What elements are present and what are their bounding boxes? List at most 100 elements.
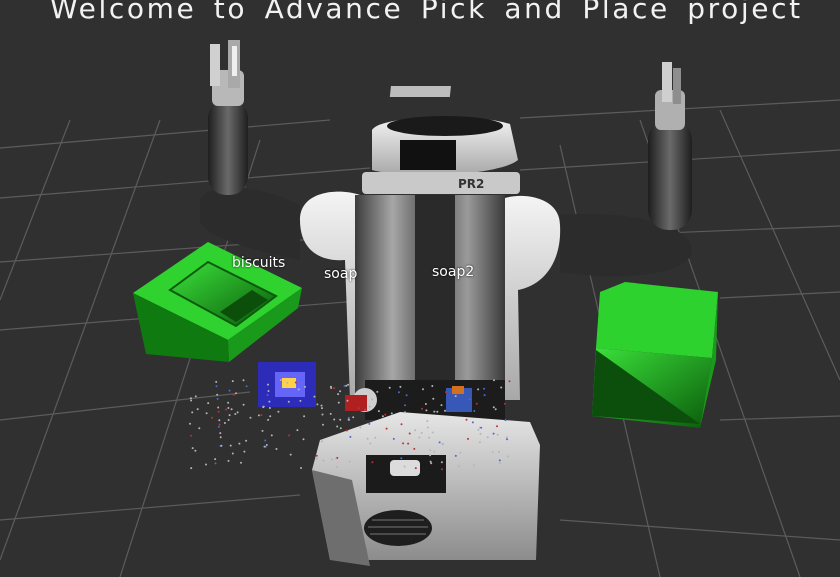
cloud-point <box>483 387 486 390</box>
cloud-point <box>189 397 192 400</box>
cloud-point <box>359 426 362 429</box>
cloud-point <box>266 394 269 396</box>
cloud-point <box>507 455 510 458</box>
cloud-point <box>218 423 221 426</box>
cloud-point <box>217 406 220 409</box>
cloud-point <box>231 380 234 383</box>
cloud-point <box>275 448 278 450</box>
cloud-point <box>315 457 318 460</box>
cloud-point <box>390 412 393 415</box>
cloud-point <box>384 413 387 416</box>
cloud-point <box>279 379 282 381</box>
cloud-point <box>377 410 380 413</box>
cloud-point <box>457 464 460 467</box>
cloud-point <box>467 437 469 440</box>
3d-viewport[interactable]: PR2 Welcome to Advance Pick and Place pr… <box>0 0 840 577</box>
cloud-point <box>475 402 478 405</box>
cloud-point <box>198 427 201 430</box>
cloud-point <box>465 418 468 421</box>
cloud-point <box>194 395 197 398</box>
cloud-point <box>190 399 193 402</box>
cloud-point <box>189 422 191 425</box>
cloud-point <box>270 434 273 437</box>
cloud-point <box>397 391 400 394</box>
cloud-point <box>407 442 410 445</box>
cloud-point <box>304 385 306 388</box>
cloud-point <box>366 437 369 440</box>
cloud-point <box>190 434 193 437</box>
cloud-point <box>432 397 435 400</box>
cloud-point <box>424 403 427 405</box>
cloud-point <box>408 432 411 435</box>
cloud-point <box>505 436 508 439</box>
cloud-point <box>471 421 474 424</box>
cloud-point <box>403 465 406 468</box>
cloud-point <box>316 403 319 406</box>
label-soap: soap <box>324 266 358 282</box>
cloud-point <box>369 442 372 445</box>
cloud-point <box>479 432 482 435</box>
cloud-point <box>472 464 475 467</box>
cloud-point <box>480 426 483 429</box>
cloud-point <box>473 410 476 412</box>
cloud-point <box>320 440 323 443</box>
cloud-point <box>235 392 237 395</box>
cloud-point <box>225 408 228 411</box>
cloud-point <box>444 409 446 412</box>
cloud-point <box>218 419 221 422</box>
cloud-point <box>257 414 260 417</box>
cloud-point <box>478 441 481 444</box>
cloud-point <box>337 393 340 396</box>
cloud-point <box>459 451 462 454</box>
robot-head: PR2 <box>362 86 520 194</box>
cloud-point <box>441 468 443 471</box>
cloud-point <box>441 443 444 446</box>
cloud-point <box>287 400 290 403</box>
scene-canvas[interactable]: PR2 <box>0 0 840 577</box>
cloud-point <box>288 434 291 437</box>
cloud-point <box>368 405 371 408</box>
cloud-point <box>194 449 197 452</box>
cloud-point <box>436 410 439 413</box>
overlay-title: Welcome to Advance Pick and Place projec… <box>50 0 803 25</box>
cloud-point <box>313 395 316 398</box>
cloud-point <box>422 388 424 391</box>
cloud-point <box>217 425 220 428</box>
cloud-point <box>421 407 423 410</box>
cloud-point <box>216 393 219 396</box>
cloud-point <box>414 467 417 470</box>
cloud-point <box>321 413 324 416</box>
cloud-point <box>265 444 268 446</box>
cloud-point <box>500 386 503 389</box>
cloud-point <box>297 388 300 391</box>
cloud-point <box>223 422 226 424</box>
cloud-point <box>440 461 443 464</box>
cloud-point <box>376 390 379 393</box>
cloud-point <box>402 442 405 445</box>
cloud-point <box>400 457 403 460</box>
cloud-point <box>240 461 242 464</box>
cloud-point <box>289 453 292 456</box>
cloud-point <box>294 381 297 384</box>
cloud-point <box>277 410 280 413</box>
cloud-point <box>357 407 360 410</box>
cloud-point <box>429 449 432 452</box>
cloud-point <box>381 415 384 418</box>
cloud-point <box>227 407 230 409</box>
right-arm <box>560 62 692 277</box>
cloud-point <box>220 444 223 447</box>
cloud-point <box>404 404 406 407</box>
cloud-point <box>477 428 480 431</box>
cloud-point <box>321 407 323 410</box>
cloud-point <box>262 406 265 409</box>
cloud-point <box>339 418 342 421</box>
cloud-point <box>445 391 447 394</box>
cloud-point <box>426 426 429 429</box>
cloud-point <box>508 380 511 383</box>
cloud-point <box>322 459 325 462</box>
cloud-point <box>345 384 348 387</box>
cloud-point <box>496 433 499 436</box>
cloud-point <box>243 450 246 453</box>
cloud-point <box>211 416 213 419</box>
cloud-point <box>217 410 220 413</box>
